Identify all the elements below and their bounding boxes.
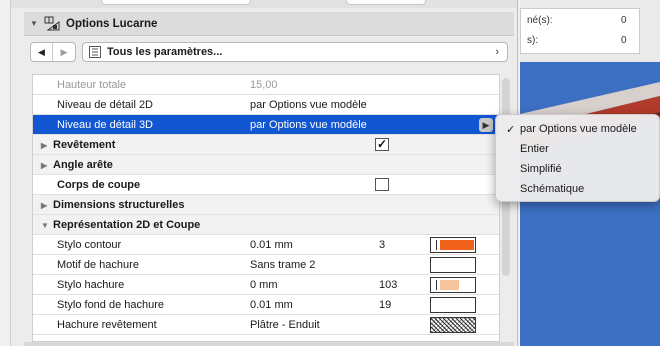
param-name: Niveau de détail 2D xyxy=(57,98,154,111)
section-title-wrap: ▼ Représentation 2D et Coupe xyxy=(41,219,200,231)
collapse-triangle-icon[interactable]: ▼ xyxy=(30,19,40,28)
parameters-table: Hauteur totale 15,00 Niveau de détail 2D… xyxy=(32,74,500,342)
table-row[interactable]: Stylo fond de hachure 0.01 mm 19 xyxy=(33,295,499,315)
info-row: s): 0 xyxy=(527,35,627,46)
section-title: Angle arête xyxy=(53,158,113,171)
tree-list-icon xyxy=(89,46,101,58)
prev-button[interactable]: ◀ xyxy=(31,43,53,61)
toolbar-button[interactable] xyxy=(346,0,426,5)
section-title-wrap: ▶ Revêtement xyxy=(41,139,115,151)
info-row: né(s): 0 xyxy=(527,15,627,26)
param-name: Hachure revêtement xyxy=(57,318,157,331)
checkmark-icon: ✓ xyxy=(506,123,516,136)
section-title-wrap: ▶ Dimensions structurelles xyxy=(41,199,184,211)
param-value[interactable]: par Options vue modèle xyxy=(250,119,367,131)
param-name: Niveau de détail 3D xyxy=(57,118,154,131)
pen-color-swatch[interactable] xyxy=(430,297,476,313)
param-name: Stylo contour xyxy=(57,238,122,251)
chevron-right-icon: › xyxy=(495,46,499,58)
param-value: 0 mm xyxy=(250,278,278,291)
hatch-pattern-swatch[interactable] xyxy=(430,257,476,273)
pen-number[interactable]: 19 xyxy=(379,299,391,311)
next-button[interactable]: ▶ xyxy=(53,43,75,61)
section-title: Revêtement xyxy=(53,138,116,151)
toolbar-button[interactable] xyxy=(101,0,251,5)
next-arrow-icon: ▶ xyxy=(60,46,68,57)
table-row[interactable]: ▶ Revêtement ✓ xyxy=(33,135,499,155)
revetement-checkbox[interactable]: ✓ xyxy=(375,138,389,151)
table-row[interactable]: Niveau de détail 2D par Options vue modè… xyxy=(33,95,499,115)
section-title: Dimensions structurelles xyxy=(53,198,185,211)
info-value: 0 xyxy=(621,35,627,46)
pen-swatch-tick xyxy=(436,240,437,250)
table-row[interactable]: Hachure revêtement Plâtre - Enduit xyxy=(33,315,499,335)
table-row-selected[interactable]: Niveau de détail 3D par Options vue modè… xyxy=(33,115,499,135)
palette-title: Options Lucarne xyxy=(66,17,158,30)
table-row[interactable]: Stylo hachure 0 mm 103 xyxy=(33,275,499,295)
param-value: 0.01 mm xyxy=(250,298,293,311)
param-value: Plâtre - Enduit xyxy=(250,318,320,331)
prev-next-buttons: ◀ ▶ xyxy=(30,42,76,62)
prev-arrow-icon: ◀ xyxy=(38,46,45,57)
expand-triangle-icon[interactable]: ▶ xyxy=(41,201,53,210)
menu-item-label: Schématique xyxy=(520,183,585,195)
menu-item-par-options[interactable]: ✓ par Options vue modèle xyxy=(496,119,659,139)
param-name: Stylo hachure xyxy=(57,278,125,291)
expand-triangle-icon[interactable]: ▶ xyxy=(41,141,53,150)
menu-item-entier[interactable]: Entier xyxy=(496,139,659,159)
pen-color-swatch[interactable] xyxy=(430,237,476,253)
palette-header[interactable]: ▼ Options Lucarne xyxy=(24,12,514,36)
section-title: Représentation 2D et Coupe xyxy=(53,218,201,231)
table-row[interactable]: Stylo contour 0.01 mm 3 xyxy=(33,235,499,255)
table-row[interactable]: ▼ Représentation 2D et Coupe xyxy=(33,215,499,235)
section-title-wrap: ▶ Angle arête xyxy=(41,159,113,171)
menu-item-schematique[interactable]: Schématique xyxy=(496,179,659,199)
param-value: 0.01 mm xyxy=(250,238,293,251)
param-name: Motif de hachure xyxy=(57,258,139,271)
menu-item-simplifie[interactable]: Simplifié xyxy=(496,159,659,179)
pen-number[interactable]: 103 xyxy=(379,279,397,291)
parameter-group-selector[interactable]: Tous les paramètres... › xyxy=(82,42,508,62)
pen-number[interactable]: 3 xyxy=(379,239,385,251)
info-box: né(s): 0 s): 0 xyxy=(520,8,640,54)
info-value: 0 xyxy=(621,15,627,26)
param-value: 15,00 xyxy=(250,78,278,91)
param-name: Stylo fond de hachure xyxy=(57,298,165,311)
info-label: s): xyxy=(527,35,539,46)
menu-item-label: Simplifié xyxy=(520,163,562,175)
detail-level-popup-menu: ✓ par Options vue modèle Entier Simplifi… xyxy=(495,114,660,202)
top-toolbar xyxy=(11,0,517,8)
plaster-hatch-swatch[interactable] xyxy=(430,317,476,333)
menu-item-label: Entier xyxy=(520,143,549,155)
pen-swatch-tick xyxy=(436,280,437,290)
table-row[interactable]: Motif de hachure Sans trame 2 xyxy=(33,255,499,275)
param-value[interactable]: par Options vue modèle xyxy=(250,99,367,111)
pen-color-bar xyxy=(440,240,474,250)
param-name: Corps de coupe xyxy=(57,178,141,191)
dropdown-arrow-icon[interactable]: ▶ xyxy=(479,118,493,132)
dormer-window-icon xyxy=(44,16,60,31)
navigation-bar: ◀ ▶ Tous les paramètres... › xyxy=(30,40,514,64)
menu-item-label: par Options vue modèle xyxy=(520,123,637,135)
palette-bottom-bar xyxy=(24,342,514,346)
table-row: Hauteur totale 15,00 xyxy=(33,75,499,95)
param-name: Hauteur totale xyxy=(57,78,127,91)
selector-label: Tous les paramètres... xyxy=(107,46,223,58)
pen-color-bar xyxy=(440,280,459,290)
expand-triangle-icon[interactable]: ▶ xyxy=(41,161,53,170)
collapse-triangle-icon[interactable]: ▼ xyxy=(41,221,53,230)
param-value: Sans trame 2 xyxy=(250,258,316,271)
table-row[interactable]: Corps de coupe xyxy=(33,175,499,195)
pen-color-swatch[interactable] xyxy=(430,277,476,293)
corps-de-coupe-checkbox[interactable] xyxy=(375,178,389,191)
3d-viewport[interactable] xyxy=(520,62,660,346)
info-label: né(s): xyxy=(527,15,553,26)
table-row[interactable]: ▶ Angle arête xyxy=(33,155,499,175)
table-row[interactable]: ▶ Dimensions structurelles xyxy=(33,195,499,215)
